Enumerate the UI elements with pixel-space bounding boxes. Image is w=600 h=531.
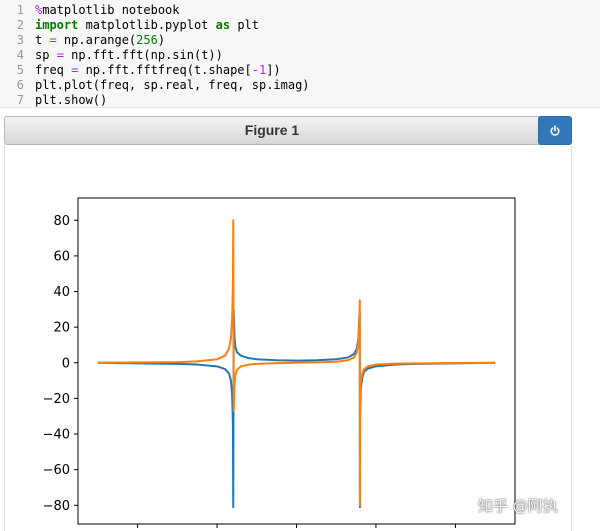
- code-token: =: [49, 33, 57, 47]
- code-line[interactable]: 4 sp = np.fft.fft(np.sin(t)): [0, 48, 600, 63]
- notebook-page: 1 %matplotlib notebook 2 import matplotlib.…: [0, 0, 600, 531]
- code-line[interactable]: 7 plt.show(): [0, 93, 600, 108]
- code-token: =: [56, 48, 64, 62]
- code-text: plt.plot(freq, sp.real, freq, sp.imag): [35, 78, 310, 93]
- code-token: matplotlib.pyplot: [78, 18, 216, 32]
- y-tick-label: −80: [43, 499, 70, 514]
- y-tick-label: 60: [53, 249, 70, 264]
- code-line[interactable]: 3t = np.arange(256): [0, 33, 600, 48]
- code-text: %matplotlib notebook: [35, 3, 180, 18]
- figure-canvas[interactable]: 80 60 40 20 0 −20 −40 −60 −80: [4, 145, 572, 531]
- line-number: 6: [16, 78, 24, 92]
- code-token: plt.plot(freq, sp.real, freq, sp.imag): [35, 78, 310, 92]
- code-token: t: [35, 33, 50, 47]
- line-number: 1: [16, 3, 24, 17]
- code-cell[interactable]: 1 %matplotlib notebook 2 import matplotlib.…: [0, 0, 600, 108]
- code-token: np.fft.fftfreq(t.shape[: [78, 63, 252, 77]
- line-number: 3: [16, 33, 24, 47]
- figure-header: Figure 1: [4, 116, 572, 145]
- line-number: 7: [16, 93, 24, 107]
- code-token: sp: [35, 48, 57, 62]
- watermark: 知乎 @阿执: [478, 497, 558, 515]
- power-button[interactable]: [538, 116, 572, 145]
- y-tick-label: −20: [43, 392, 70, 407]
- y-tick-label: 20: [53, 321, 70, 336]
- line-number: 5: [16, 63, 24, 77]
- code-token: plt.show(): [35, 93, 108, 107]
- code-text: import matplotlib.pyplot as plt: [35, 18, 259, 33]
- code-line[interactable]: 1 %matplotlib notebook: [0, 3, 600, 18]
- code-token: np.arange(: [56, 33, 137, 47]
- y-tick-label: 80: [53, 214, 70, 229]
- code-token: ): [157, 33, 166, 47]
- y-tick-label: 40: [53, 285, 70, 300]
- figure-title: Figure 1: [244, 122, 300, 138]
- code-text: freq = np.fft.fftfreq(t.shape[-1]): [35, 63, 281, 78]
- code-text: t = np.arange(256): [35, 33, 165, 48]
- code-text: plt.show(): [35, 93, 107, 108]
- y-tick-label: 0: [62, 356, 70, 371]
- code-token: matplotlib notebook: [42, 3, 180, 17]
- code-token: freq: [35, 63, 72, 77]
- code-token: -1: [251, 63, 267, 77]
- code-token: plt: [230, 18, 259, 32]
- line-number: 2: [16, 18, 24, 32]
- code-token: 256: [136, 33, 158, 47]
- code-line[interactable]: 5 freq = np.fft.fftfreq(t.shape[-1]): [0, 63, 600, 78]
- code-token: import: [35, 18, 79, 32]
- y-tick-label: −60: [43, 463, 70, 478]
- code-token: ]): [266, 63, 281, 77]
- code-text: sp = np.fft.fft(np.sin(t)): [35, 48, 223, 63]
- code-line[interactable]: 2 import matplotlib.pyplot as plt: [0, 18, 600, 33]
- code-line[interactable]: 6 plt.plot(freq, sp.real, freq, sp.imag): [0, 78, 600, 93]
- y-tick-label: −40: [43, 428, 70, 443]
- power-icon: [550, 124, 560, 136]
- code-token: as: [215, 18, 231, 32]
- code-token: np.fft.fft(np.sin(t)): [63, 48, 223, 62]
- plot-area: 80 60 40 20 0 −20 −40 −60 −80: [43, 197, 516, 528]
- line-number: 4: [16, 48, 24, 62]
